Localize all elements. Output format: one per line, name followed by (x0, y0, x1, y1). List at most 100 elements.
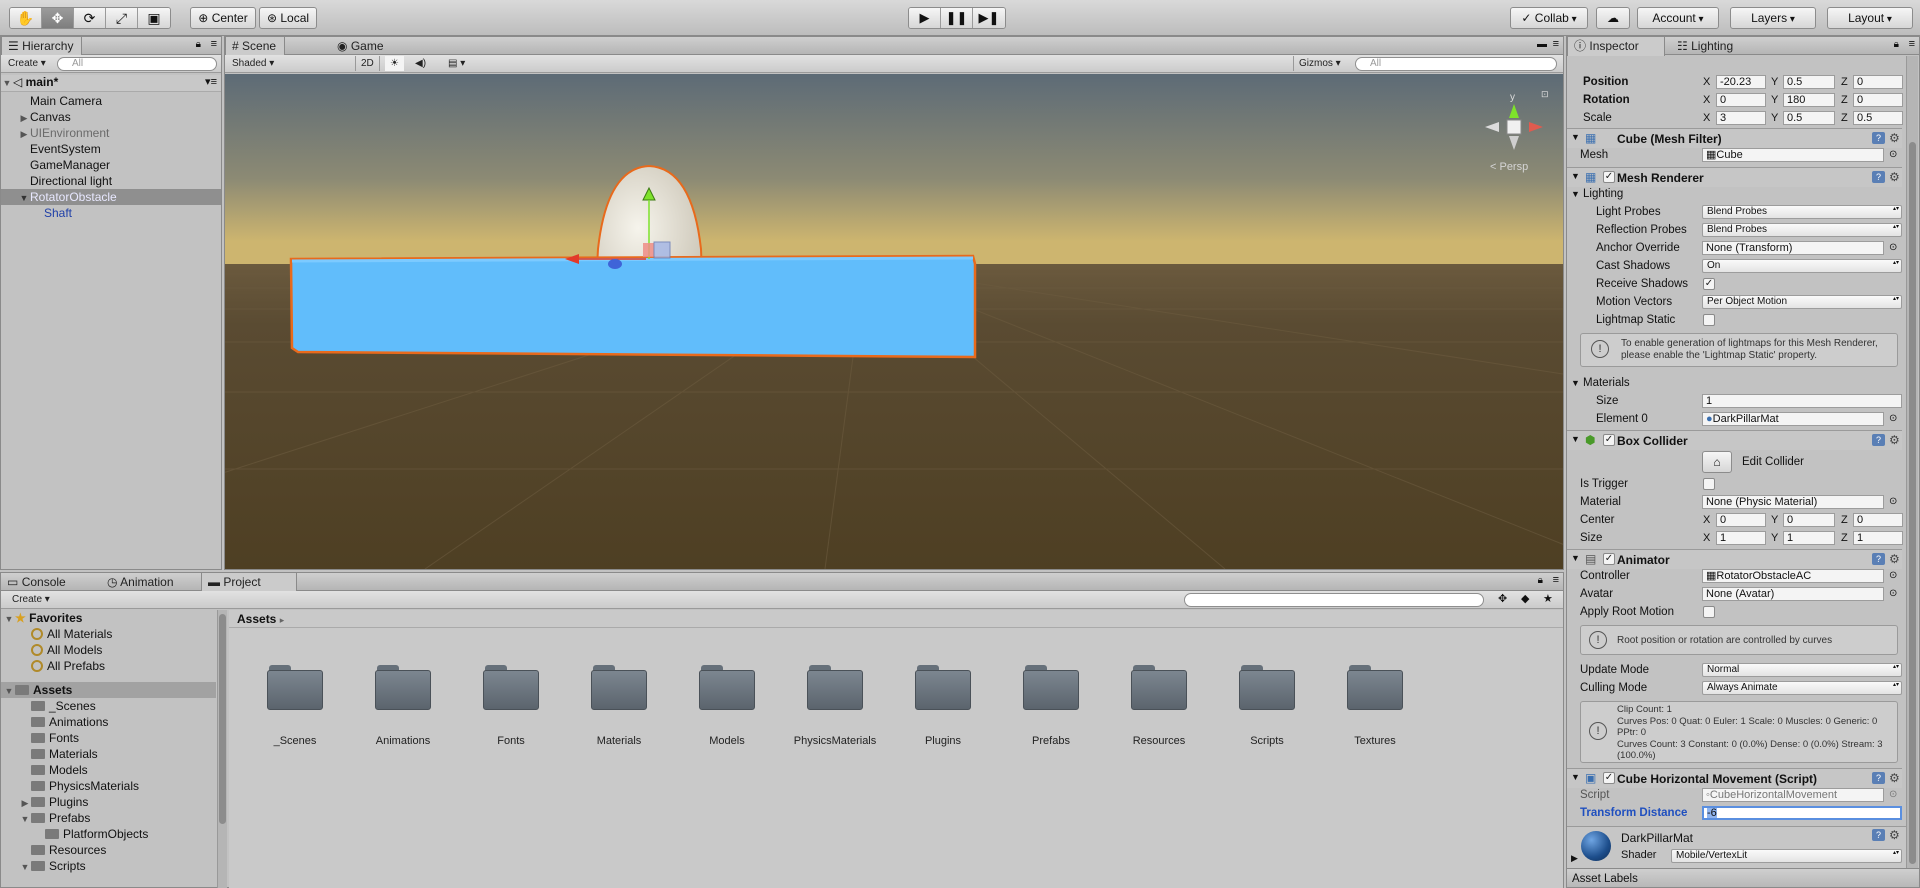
asset-folder[interactable]: ▼ Prefabs (1, 810, 216, 826)
scrollbar-thumb[interactable] (1909, 142, 1916, 864)
hierarchy-create-button[interactable]: Create (3, 56, 51, 71)
help-book-icon[interactable]: ? (1872, 132, 1885, 144)
script-enabled-checkbox[interactable]: ✓ (1603, 772, 1615, 784)
space-toggle[interactable]: ⊛ Local (259, 7, 317, 29)
center-x-field[interactable]: 0 (1716, 513, 1766, 527)
object-picker-icon[interactable]: ⊙ (1889, 239, 1897, 257)
lock-icon[interactable]: 🔒︎ (1894, 39, 1899, 50)
pivot-toggle[interactable]: ⊕ Center (190, 7, 256, 29)
expanded-arrow-icon[interactable]: ▼ (1571, 374, 1580, 392)
gear-icon[interactable]: ⚙ (1889, 433, 1900, 447)
scale-y-field[interactable]: 0.5 (1783, 111, 1835, 125)
filter-label-icon[interactable]: ◆ (1521, 592, 1529, 605)
motion-vectors-dropdown[interactable]: Per Object Motion (1702, 295, 1902, 309)
tab-game[interactable]: ◉ Game (331, 37, 392, 55)
center-y-field[interactable]: 0 (1783, 513, 1835, 527)
cast-shadows-dropdown[interactable]: On (1702, 259, 1902, 273)
collapsed-arrow-icon[interactable]: ▶ (18, 110, 30, 126)
materials-foldout[interactable]: ▼ Materials (1567, 374, 1902, 392)
scale-z-field[interactable]: 0.5 (1853, 111, 1903, 125)
tab-hierarchy[interactable]: ☰ Hierarchy (1, 37, 83, 56)
expanded-arrow-icon[interactable]: ▼ (1571, 553, 1580, 563)
layers-dropdown[interactable]: Layers (1730, 7, 1816, 29)
size-x-field[interactable]: 1 (1716, 531, 1766, 545)
asset-folder-tile[interactable]: Models (682, 665, 772, 747)
tab-scene[interactable]: # Scene (225, 37, 286, 56)
rotation-y-field[interactable]: 180 (1783, 93, 1835, 107)
animator-enabled-checkbox[interactable]: ✓ (1603, 553, 1615, 565)
favorite-star-icon[interactable]: ★ (1543, 592, 1553, 605)
scale-tool-icon[interactable]: ⤢ (106, 8, 138, 28)
help-book-icon[interactable]: ? (1872, 772, 1885, 784)
center-z-field[interactable]: 0 (1853, 513, 1903, 527)
scene-menu-icon[interactable]: ▾≡ (205, 75, 217, 88)
rotate-tool-icon[interactable]: ⟳ (74, 8, 106, 28)
breadcrumb-assets[interactable]: Assets (237, 612, 276, 626)
materials-size-field[interactable]: 1 (1702, 394, 1902, 408)
asset-folder-tile[interactable]: Animations (358, 665, 448, 747)
asset-folder-tile[interactable]: Textures (1330, 665, 1420, 747)
expand-arrow-icon[interactable]: ▶ (1571, 853, 1578, 864)
asset-folder[interactable]: Materials (1, 746, 216, 762)
culling-mode-dropdown[interactable]: Always Animate (1702, 681, 1902, 695)
expanded-arrow-icon[interactable]: ▼ (19, 811, 31, 827)
element0-object-field[interactable]: ●DarkPillarMat (1702, 412, 1884, 426)
gear-icon[interactable]: ⚙ (1889, 552, 1900, 566)
inspector-scrollbar[interactable] (1906, 56, 1918, 868)
move-tool-icon[interactable]: ✥ (42, 8, 74, 28)
tab-inspector[interactable]: ⓘ Inspector (1567, 37, 1665, 56)
cloud-button[interactable]: ☁ (1596, 7, 1630, 29)
scrollbar-thumb[interactable] (219, 614, 226, 824)
mesh-renderer-header[interactable]: ▼ ▦ ✓ Mesh Renderer ? ⚙ (1567, 167, 1902, 187)
collab-button[interactable]: ✓ Collab (1510, 7, 1588, 29)
scale-x-field[interactable]: 3 (1716, 111, 1766, 125)
asset-folder[interactable]: _Scenes (1, 698, 216, 714)
expanded-arrow-icon[interactable]: ▼ (19, 859, 31, 875)
favorites-item[interactable]: All Prefabs (1, 658, 216, 674)
avatar-field[interactable]: None (Avatar) (1702, 587, 1884, 601)
gear-icon[interactable]: ⚙ (1889, 771, 1900, 785)
help-book-icon[interactable]: ? (1872, 434, 1885, 446)
tab-animation[interactable]: ◷ Animation (101, 573, 182, 591)
object-picker-icon[interactable]: ⊙ (1889, 410, 1897, 428)
asset-folder-tile[interactable]: Plugins (898, 665, 988, 747)
apply-root-motion-checkbox[interactable] (1703, 606, 1715, 618)
breadcrumb[interactable]: Assets ▸ (229, 610, 1563, 628)
project-tree-scrollbar[interactable] (217, 610, 227, 888)
receive-shadows-checkbox[interactable]: ✓ (1703, 278, 1715, 290)
asset-folder-tile[interactable]: Materials (574, 665, 664, 747)
hierarchy-item[interactable]: EventSystem (1, 141, 221, 157)
persp-label[interactable]: < Persp (1490, 161, 1528, 173)
project-search-input[interactable] (1184, 593, 1484, 607)
asset-folder[interactable]: PlatformObjects (1, 826, 216, 842)
object-picker-icon[interactable]: ⊙ (1889, 567, 1897, 585)
controller-object-field[interactable]: ▦RotatorObstacleAC (1702, 569, 1884, 583)
play-icon[interactable]: ▶ (909, 8, 941, 28)
asset-folder-tile[interactable]: Scripts (1222, 665, 1312, 747)
panel-menu-icon[interactable]: ≡ (1909, 38, 1915, 50)
panel-menu-icon[interactable]: ≡ (211, 38, 217, 50)
asset-folder[interactable]: ▶ Plugins (1, 794, 216, 810)
object-picker-icon[interactable]: ⊙ (1889, 493, 1897, 511)
favorites-item[interactable]: All Models (1, 642, 216, 658)
hand-tool-icon[interactable]: ✋ (10, 8, 42, 28)
gear-icon[interactable]: ⚙ (1889, 170, 1900, 184)
maximize-icon[interactable]: ▬ (1537, 39, 1547, 50)
gizmo-lock-icon[interactable]: ⊡ (1541, 89, 1549, 99)
animator-header[interactable]: ▼ ▤ ✓ Animator ? ⚙ (1567, 549, 1902, 569)
help-book-icon[interactable]: ? (1872, 553, 1885, 565)
favorites-header[interactable]: ▼ ★ Favorites (1, 610, 216, 626)
collapsed-arrow-icon[interactable]: ▶ (18, 126, 30, 142)
asset-labels-bar[interactable]: Asset Labels (1567, 868, 1919, 887)
favorites-item[interactable]: All Materials (1, 626, 216, 642)
asset-folder[interactable]: Fonts (1, 730, 216, 746)
help-book-icon[interactable]: ? (1872, 171, 1885, 183)
move-z-handle[interactable] (608, 259, 622, 269)
collapsed-arrow-icon[interactable]: ▶ (19, 795, 31, 811)
is-trigger-checkbox[interactable] (1703, 478, 1715, 490)
mesh-renderer-enabled-checkbox[interactable]: ✓ (1603, 171, 1615, 183)
reflection-probes-dropdown[interactable]: Blend Probes (1702, 223, 1902, 237)
asset-folder[interactable]: Resources (1, 842, 216, 858)
scene-header-row[interactable]: ▼ ◁ main* ▾≡ (1, 75, 221, 92)
tab-lighting[interactable]: ☷ Lighting (1671, 37, 1741, 55)
